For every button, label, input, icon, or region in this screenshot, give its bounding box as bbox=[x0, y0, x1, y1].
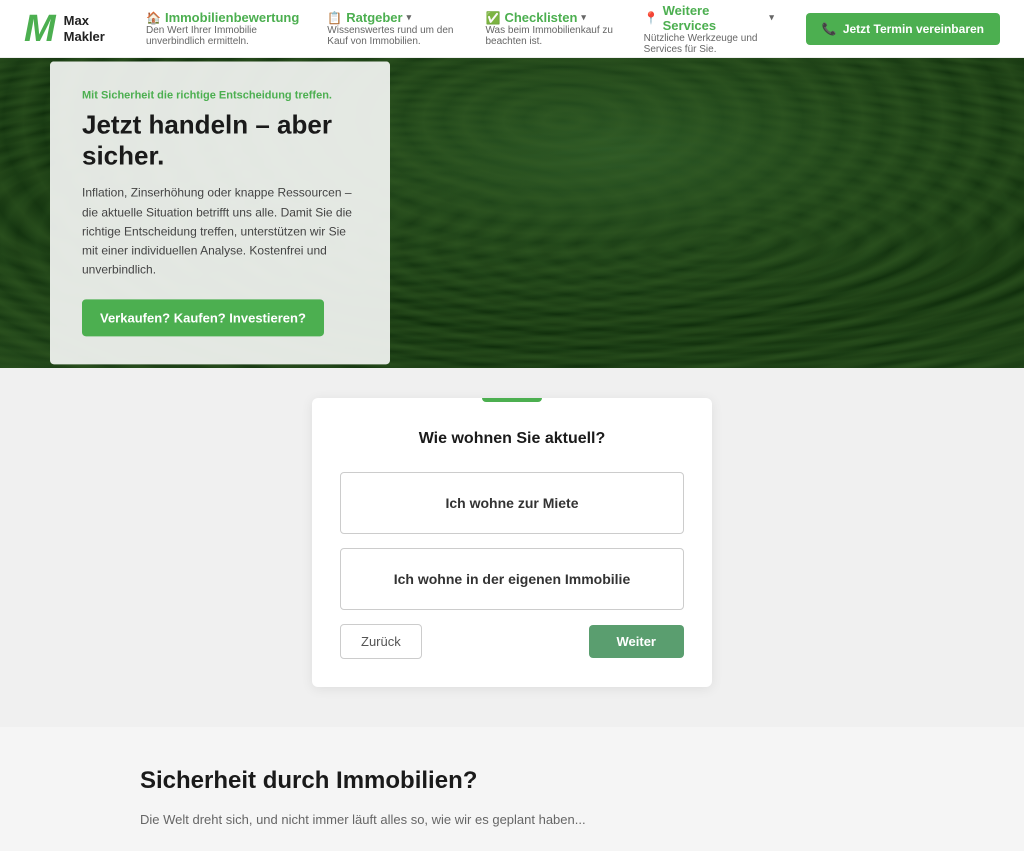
nav-item-ratgeber[interactable]: 📋 Ratgeber ▾ Wissenswertes rund um den K… bbox=[327, 10, 457, 47]
quiz-actions: Zurück Weiter bbox=[340, 624, 684, 659]
clipboard-icon: 📋 bbox=[327, 11, 342, 25]
bottom-text: Die Welt dreht sich, und nicht immer läu… bbox=[140, 809, 884, 831]
hero-cta-button[interactable]: Verkaufen? Kaufen? Investieren? bbox=[82, 300, 324, 337]
chevron-down-icon-3: ▾ bbox=[581, 12, 586, 23]
nav-sub-2: Wissenswertes rund um den Kauf von Immob… bbox=[327, 25, 457, 47]
logo-text: Max Makler bbox=[64, 13, 105, 44]
nav-items: 🏠 Immobilienbewertung Den Wert Ihrer Imm… bbox=[146, 3, 774, 55]
quiz-option-1[interactable]: Ich wohne zur Miete bbox=[340, 472, 684, 534]
chevron-down-icon-2: ▾ bbox=[407, 12, 412, 23]
quiz-back-button[interactable]: Zurück bbox=[340, 624, 422, 659]
quiz-next-button[interactable]: Weiter bbox=[589, 625, 685, 658]
hero-description: Inflation, Zinserhöhung oder knappe Ress… bbox=[82, 184, 358, 280]
nav-sub-1: Den Wert Ihrer Immobilie unverbindlich e… bbox=[146, 25, 299, 47]
pin-icon: 📍 bbox=[644, 11, 659, 25]
cta-label: Jetzt Termin vereinbaren bbox=[843, 22, 984, 36]
bottom-title: Sicherheit durch Immobilien? bbox=[140, 767, 884, 795]
nav-sub-4: Nützliche Werkzeuge und Services für Sie… bbox=[644, 33, 774, 55]
quiz-card: Wie wohnen Sie aktuell? Ich wohne zur Mi… bbox=[312, 398, 712, 687]
logo[interactable]: M Max Makler bbox=[24, 10, 114, 48]
checklist-icon: ✅ bbox=[485, 11, 500, 25]
quiz-option-2[interactable]: Ich wohne in der eigenen Immobilie bbox=[340, 548, 684, 610]
nav-item-top-4: 📍 Weitere Services ▾ bbox=[644, 3, 774, 33]
nav-item-immobilienbewertung[interactable]: 🏠 Immobilienbewertung Den Wert Ihrer Imm… bbox=[146, 10, 299, 47]
navbar: M Max Makler 🏠 Immobilienbewertung Den W… bbox=[0, 0, 1024, 58]
quiz-section: Wie wohnen Sie aktuell? Ich wohne zur Mi… bbox=[0, 368, 1024, 727]
bottom-section: Sicherheit durch Immobilien? Die Welt dr… bbox=[0, 727, 1024, 851]
hero-card: Mit Sicherheit die richtige Entscheidung… bbox=[50, 61, 390, 364]
logo-letter: M bbox=[24, 10, 56, 48]
hero-section: Mit Sicherheit die richtige Entscheidung… bbox=[0, 58, 1024, 368]
nav-item-checklisten[interactable]: ✅ Checklisten ▾ Was beim Immobilienkauf … bbox=[485, 10, 615, 47]
nav-item-services[interactable]: 📍 Weitere Services ▾ Nützliche Werkzeuge… bbox=[644, 3, 774, 55]
phone-icon: 📞 bbox=[822, 22, 837, 36]
quiz-question: Wie wohnen Sie aktuell? bbox=[340, 430, 684, 448]
cta-button[interactable]: 📞 Jetzt Termin vereinbaren bbox=[806, 13, 1000, 45]
nav-item-top-2: 📋 Ratgeber ▾ bbox=[327, 10, 457, 25]
nav-item-top-3: ✅ Checklisten ▾ bbox=[485, 10, 615, 25]
hero-tag: Mit Sicherheit die richtige Entscheidung… bbox=[82, 89, 358, 101]
hero-title: Jetzt handeln – aber sicher. bbox=[82, 109, 358, 171]
chevron-down-icon-4: ▾ bbox=[769, 12, 774, 23]
nav-item-top-1: 🏠 Immobilienbewertung bbox=[146, 10, 299, 25]
nav-sub-3: Was beim Immobilienkauf zu beachten ist. bbox=[485, 25, 615, 47]
home-icon: 🏠 bbox=[146, 11, 161, 25]
